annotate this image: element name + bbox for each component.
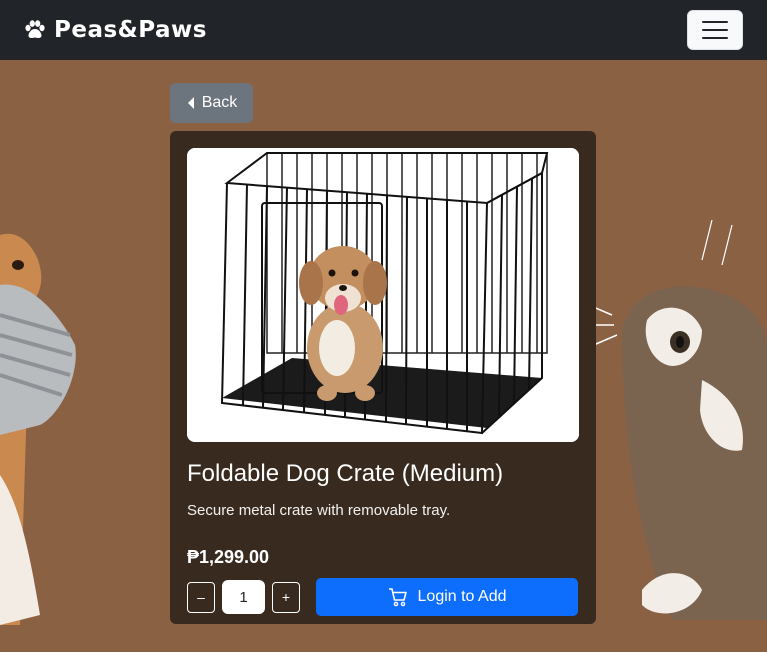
caret-left-icon xyxy=(187,97,194,109)
product-title: Foldable Dog Crate (Medium) xyxy=(187,460,504,487)
brand-name: Peas&Paws xyxy=(54,17,207,43)
brand[interactable]: Peas&Paws xyxy=(24,17,207,43)
decrement-button[interactable]: – xyxy=(187,581,215,613)
back-button[interactable]: Back xyxy=(170,83,253,123)
product-price: ₱1,299.00 xyxy=(187,547,270,567)
back-button-label: Back xyxy=(201,94,238,111)
product-card: Foldable Dog Crate (Medium) Secure metal… xyxy=(170,131,596,624)
menu-toggle-button[interactable] xyxy=(687,10,743,50)
quantity-input[interactable] xyxy=(222,580,265,614)
dog-crate-image xyxy=(187,148,579,442)
dog-illustration xyxy=(0,233,76,625)
paw-icon xyxy=(25,20,45,38)
login-to-add-label: Login to Add xyxy=(417,588,507,605)
product-image xyxy=(187,148,579,442)
login-to-add-button[interactable]: Login to Add xyxy=(316,578,578,616)
navbar: Peas&Paws xyxy=(0,0,767,60)
hamburger-icon xyxy=(702,21,728,23)
product-description: Secure metal crate with removable tray. xyxy=(187,502,451,519)
increment-button[interactable]: + xyxy=(272,581,300,613)
purchase-actions: – + Login to Add xyxy=(187,578,579,616)
cat-illustration xyxy=(582,220,767,620)
cart-icon xyxy=(388,588,407,607)
